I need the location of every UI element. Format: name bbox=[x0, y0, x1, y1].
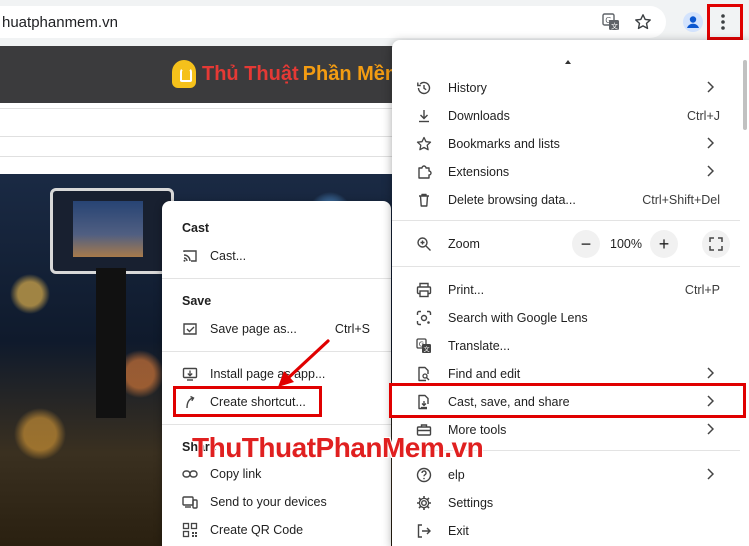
menu-scrollbar[interactable] bbox=[743, 60, 747, 130]
menu-item-label: Search with Google Lens bbox=[448, 311, 588, 325]
copy-link-item[interactable]: Copy link bbox=[162, 460, 391, 488]
site-logo[interactable]: Thủ Thuật Phần Mềm bbox=[172, 58, 403, 90]
menu-item-downloads[interactable]: Downloads Ctrl+J bbox=[392, 102, 740, 130]
history-icon bbox=[416, 80, 432, 96]
chevron-right-icon bbox=[706, 165, 714, 177]
chevron-right-icon bbox=[706, 468, 714, 480]
pointer-arrow-icon bbox=[278, 339, 330, 387]
print-icon bbox=[416, 282, 432, 298]
svg-text:文: 文 bbox=[611, 22, 618, 31]
save-page-icon bbox=[182, 321, 198, 337]
chevron-right-icon bbox=[706, 81, 714, 93]
fullscreen-icon bbox=[709, 237, 723, 251]
menu-item-extensions[interactable]: Extensions bbox=[392, 158, 740, 186]
menu-item-shortcut: Ctrl+P bbox=[684, 283, 720, 297]
menu-item-label: Downloads bbox=[448, 109, 510, 123]
zoom-magnifier-icon bbox=[416, 236, 432, 252]
submenu-separator bbox=[162, 278, 391, 279]
menu-item-label: Print... bbox=[448, 283, 485, 297]
profile-avatar-icon[interactable] bbox=[682, 11, 704, 33]
lightbulb-icon bbox=[172, 60, 196, 88]
gear-icon bbox=[416, 495, 432, 511]
cast-save-share-highlight bbox=[389, 383, 746, 418]
menu-item-shortcut: Ctrl+Shift+Del bbox=[642, 193, 720, 207]
zoom-label: Zoom bbox=[448, 237, 480, 251]
url-text: huatphanmem.vn bbox=[2, 14, 118, 31]
menu-item-exit[interactable]: Exit bbox=[392, 517, 740, 545]
chevron-right-icon bbox=[706, 137, 714, 149]
menu-item-label: elp bbox=[448, 468, 465, 482]
send-devices-item[interactable]: Send to your devices bbox=[162, 488, 391, 516]
save-page-shortcut: Ctrl+S bbox=[334, 322, 370, 336]
zoom-out-button[interactable]: − bbox=[572, 230, 600, 258]
cast-icon bbox=[182, 248, 198, 264]
address-bar[interactable]: huatphanmem.vn G文 bbox=[0, 6, 666, 38]
qr-code-item[interactable]: Create QR Code bbox=[162, 516, 391, 544]
divider bbox=[0, 136, 400, 137]
trash-icon bbox=[416, 192, 432, 208]
translate-icon: G文 bbox=[416, 338, 432, 354]
menu-item-label: Bookmarks and lists bbox=[448, 137, 560, 151]
logo-text-red: Thủ Thuật bbox=[202, 62, 299, 85]
star-icon bbox=[416, 136, 432, 152]
chevron-right-icon bbox=[706, 423, 714, 435]
chrome-main-menu: History Downloads Ctrl+J Bookmarks and l… bbox=[389, 40, 749, 546]
translate-page-icon[interactable]: G文 bbox=[600, 11, 622, 33]
qr-code-icon bbox=[182, 522, 198, 538]
photo-phone bbox=[50, 188, 174, 274]
menu-item-delete-browsing-data[interactable]: Delete browsing data... Ctrl+Shift+Del bbox=[392, 186, 740, 214]
menu-item-shortcut: Ctrl+J bbox=[687, 109, 720, 123]
menu-separator bbox=[392, 220, 740, 221]
cast-item[interactable]: Cast... bbox=[162, 242, 391, 270]
lens-icon bbox=[416, 310, 432, 326]
zoom-in-button[interactable]: + bbox=[650, 230, 678, 258]
logo-text-orange: Phần Mềm bbox=[302, 62, 403, 85]
menu-item-label: Find and edit bbox=[448, 367, 521, 381]
qr-code-label: Create QR Code bbox=[210, 523, 304, 537]
find-icon bbox=[416, 366, 432, 382]
menu-item-print[interactable]: Print... Ctrl+P bbox=[392, 276, 740, 304]
menu-item-google-lens[interactable]: Search with Google Lens bbox=[392, 304, 740, 332]
menu-item-label: Extensions bbox=[448, 165, 510, 179]
menu-separator bbox=[392, 266, 740, 267]
menu-item-label: Exit bbox=[448, 524, 469, 538]
menu-item-label: History bbox=[448, 81, 487, 95]
cast-label: Cast... bbox=[210, 249, 247, 263]
help-icon bbox=[416, 467, 432, 483]
menu-item-label: Delete browsing data... bbox=[448, 193, 576, 207]
menu-item-label: Settings bbox=[448, 496, 494, 510]
submenu-separator bbox=[162, 424, 391, 425]
save-heading: Save bbox=[182, 294, 212, 308]
svg-text:文: 文 bbox=[424, 346, 430, 354]
install-app-icon bbox=[182, 366, 198, 382]
send-devices-label: Send to your devices bbox=[210, 495, 327, 509]
cast-heading: Cast bbox=[182, 221, 210, 235]
menu-item-help[interactable]: elp bbox=[392, 461, 740, 489]
menu-item-history[interactable]: History bbox=[392, 74, 740, 102]
menu-item-translate[interactable]: G文 Translate... bbox=[392, 332, 740, 360]
zoom-level: 100% bbox=[610, 237, 642, 251]
exit-icon bbox=[416, 523, 432, 539]
puzzle-icon bbox=[416, 164, 432, 180]
watermark-text: ThuThuatPhanMem.vn bbox=[192, 432, 484, 463]
link-icon bbox=[182, 466, 198, 482]
scroll-up-arrow-icon[interactable] bbox=[565, 60, 571, 64]
download-icon bbox=[416, 108, 432, 124]
save-page-label: Save page as... bbox=[210, 322, 297, 336]
menu-item-label: Translate... bbox=[448, 339, 511, 353]
chevron-right-icon bbox=[706, 367, 714, 379]
bookmark-star-icon[interactable] bbox=[632, 11, 654, 33]
fullscreen-button[interactable] bbox=[702, 230, 730, 258]
menu-button-highlight bbox=[707, 4, 743, 40]
divider bbox=[0, 156, 400, 157]
copy-link-label: Copy link bbox=[210, 467, 262, 481]
menu-item-bookmarks[interactable]: Bookmarks and lists bbox=[392, 130, 740, 158]
menu-item-zoom: Zoom bbox=[392, 230, 552, 258]
menu-item-settings[interactable]: Settings bbox=[392, 489, 740, 517]
devices-icon bbox=[182, 494, 198, 510]
divider bbox=[0, 108, 400, 109]
photo-tripod bbox=[96, 268, 126, 418]
